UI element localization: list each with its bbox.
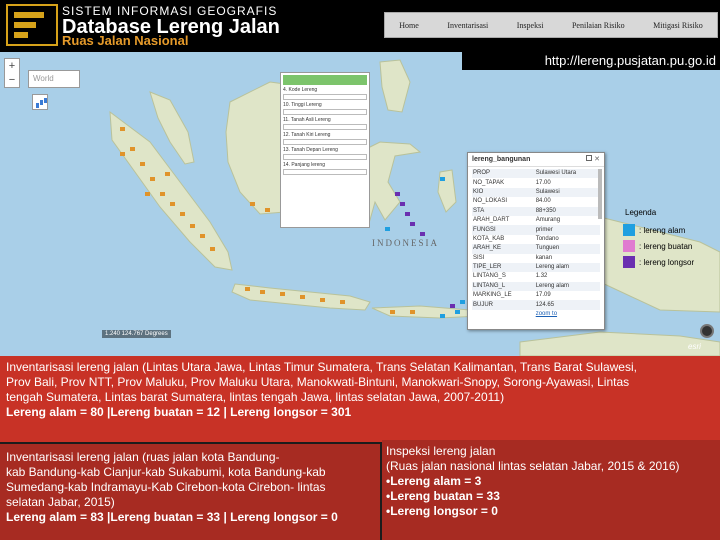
- map-view[interactable]: + − World 4. Kode Lereng 10. Tinggi Lere…: [0, 52, 720, 356]
- summary-counts: •Lereng alam = 3: [386, 474, 482, 488]
- table-row: TIPE_LER Lereng alam: [472, 262, 600, 273]
- summary-text: tengah Sumatera, Lintas barat Sumatera, …: [6, 390, 505, 404]
- summary-counts: Lereng alam = 83 |Lereng buatan = 33 | L…: [6, 510, 338, 524]
- app-header: SISTEM INFORMASI GEOGRAFIS Database Lere…: [0, 0, 720, 52]
- table-row: zoom to: [472, 310, 600, 319]
- summary-text: Inventarisasi lereng jalan (Lintas Utara…: [6, 360, 637, 374]
- zoom-in-button[interactable]: +: [5, 59, 19, 73]
- summary-text: Inspeksi lereng jalan: [386, 444, 496, 458]
- legend-title: Legenda: [625, 208, 657, 217]
- legend-swatch: [623, 240, 635, 252]
- form-panel-header: [283, 75, 367, 85]
- form-label: 11. Tanah Asli Lereng: [283, 117, 331, 123]
- zoom-to-link[interactable]: zoom to: [535, 310, 600, 319]
- summary-counts: •Lereng buatan = 33: [386, 489, 500, 503]
- summary-block-3: Inspeksi lereng jalan (Ruas jalan nasion…: [382, 440, 720, 540]
- form-field[interactable]: [283, 154, 367, 160]
- table-row: KOTA_KAB Tondano: [473, 235, 559, 242]
- table-row: FUNGSI primer: [472, 225, 600, 235]
- form-label: 10. Tinggi Lereng: [283, 102, 322, 108]
- summary-counts: •Lereng longsor = 0: [386, 504, 498, 518]
- form-label: 4. Kode Lereng: [283, 87, 318, 93]
- close-icon[interactable]: ✕: [594, 155, 600, 163]
- legend-swatch: [623, 256, 635, 268]
- form-label: 14. Panjang lereng: [283, 162, 325, 168]
- popup-scrollbar[interactable]: [598, 169, 602, 219]
- app-section: Ruas Jalan Nasional: [62, 33, 189, 48]
- country-label: INDONESIA: [372, 238, 439, 248]
- table-row: KIO Sulawesi: [472, 187, 600, 198]
- table-row: NO_TAPAK 17.00: [473, 179, 551, 186]
- legend-label: : lereng alam: [639, 225, 686, 235]
- zoom-out-button[interactable]: −: [5, 73, 19, 87]
- url-bar: http://lereng.pusjatan.pu.go.id: [462, 52, 720, 70]
- summary-text: Prov Bali, Prov NTT, Prov Maluku, Prov M…: [6, 375, 630, 389]
- map-search-input[interactable]: World: [28, 70, 80, 88]
- table-row: STA 88+350: [472, 206, 600, 216]
- legend-item: : lereng alam: [623, 224, 685, 236]
- nav-inspeksi[interactable]: Inspeksi: [517, 21, 544, 30]
- popup-title: lereng_bangunan: [468, 153, 604, 167]
- legend-label: : lereng buatan: [639, 241, 693, 251]
- form-label: 13. Tanah Depan Lereng: [283, 147, 338, 153]
- form-field[interactable]: [283, 124, 367, 130]
- table-row: PROP Sulawesi Utara: [472, 169, 600, 179]
- summary-text: selatan Jabar, 2015): [6, 495, 115, 509]
- summary-counts: Lereng alam = 80 |Lereng buatan = 12 | L…: [6, 405, 352, 419]
- table-row: SISI kanan: [473, 254, 553, 261]
- legend-item: : lereng longsor: [623, 256, 694, 268]
- map-legend: Legenda : lereng alam : lereng buatan : …: [619, 202, 720, 272]
- map-scale-coords: 1.240 124.767 Degrees: [102, 330, 171, 338]
- table-row: BUJUR 124.65: [472, 300, 600, 310]
- feature-popup: lereng_bangunan ✕ PROP Sulawesi Utara NO_…: [467, 152, 605, 330]
- summary-text: (Ruas jalan nasional lintas selatan Jaba…: [386, 459, 680, 473]
- nav-inventarisasi[interactable]: Inventarisasi: [447, 21, 488, 30]
- summary-block-1: Inventarisasi lereng jalan (Lintas Utara…: [0, 356, 720, 442]
- table-row: LINTANG_S 1.32: [473, 273, 548, 280]
- form-field[interactable]: [283, 109, 367, 115]
- slide: SISTEM INFORMASI GEOGRAFIS Database Lere…: [0, 0, 720, 540]
- nav-home[interactable]: Home: [399, 21, 419, 30]
- site-url: http://lereng.pusjatan.pu.go.id: [544, 53, 716, 68]
- form-label: 12. Tanah Kiri Lereng: [283, 132, 331, 138]
- summary-text: Inventarisasi lereng jalan (ruas jalan k…: [6, 450, 280, 464]
- form-field[interactable]: [283, 94, 367, 100]
- nav-penilaian-risiko[interactable]: Penilaian Risiko: [572, 21, 625, 30]
- form-field[interactable]: [283, 169, 367, 175]
- table-row: NO_LOKASI 84.00: [473, 198, 551, 205]
- legend-item: : lereng buatan: [623, 240, 692, 252]
- nav-mitigasi-risiko[interactable]: Mitigasi Risiko: [653, 21, 703, 30]
- table-row: ARAH_KE Tunguen: [472, 244, 600, 254]
- summary-block-2: Inventarisasi lereng jalan (ruas jalan k…: [0, 444, 380, 540]
- esri-logo: esri: [688, 342, 701, 351]
- legend-swatch: [623, 224, 635, 236]
- attribute-form-panel: 4. Kode Lereng 10. Tinggi Lereng 11. Tan…: [280, 72, 370, 228]
- popup-attribute-table: PROP Sulawesi Utara NO_TAPAK 17.00 KIO Sula…: [472, 169, 600, 319]
- maximize-icon[interactable]: [586, 155, 592, 161]
- pu-logo-icon: [6, 4, 58, 46]
- summary-text: Sumedang-kab Indramayu-Kab Cirebon-kota …: [6, 480, 326, 494]
- form-field[interactable]: [283, 139, 367, 145]
- summary-text: kab Bandung-kab Cianjur-kab Sukabumi, ko…: [6, 465, 326, 479]
- table-row: MARKING_LE 17.09: [473, 292, 551, 299]
- main-nav: Home Inventarisasi Inspeksi Penilaian Ri…: [384, 12, 718, 38]
- chart-tool-icon[interactable]: [32, 94, 48, 110]
- zoom-control: + −: [4, 58, 20, 88]
- legend-label: : lereng longsor: [639, 257, 695, 267]
- table-row: ARAH_DART Amurang: [473, 217, 561, 224]
- table-row: LINTANG_L Lereng alam: [472, 281, 600, 292]
- locate-icon[interactable]: [700, 324, 714, 338]
